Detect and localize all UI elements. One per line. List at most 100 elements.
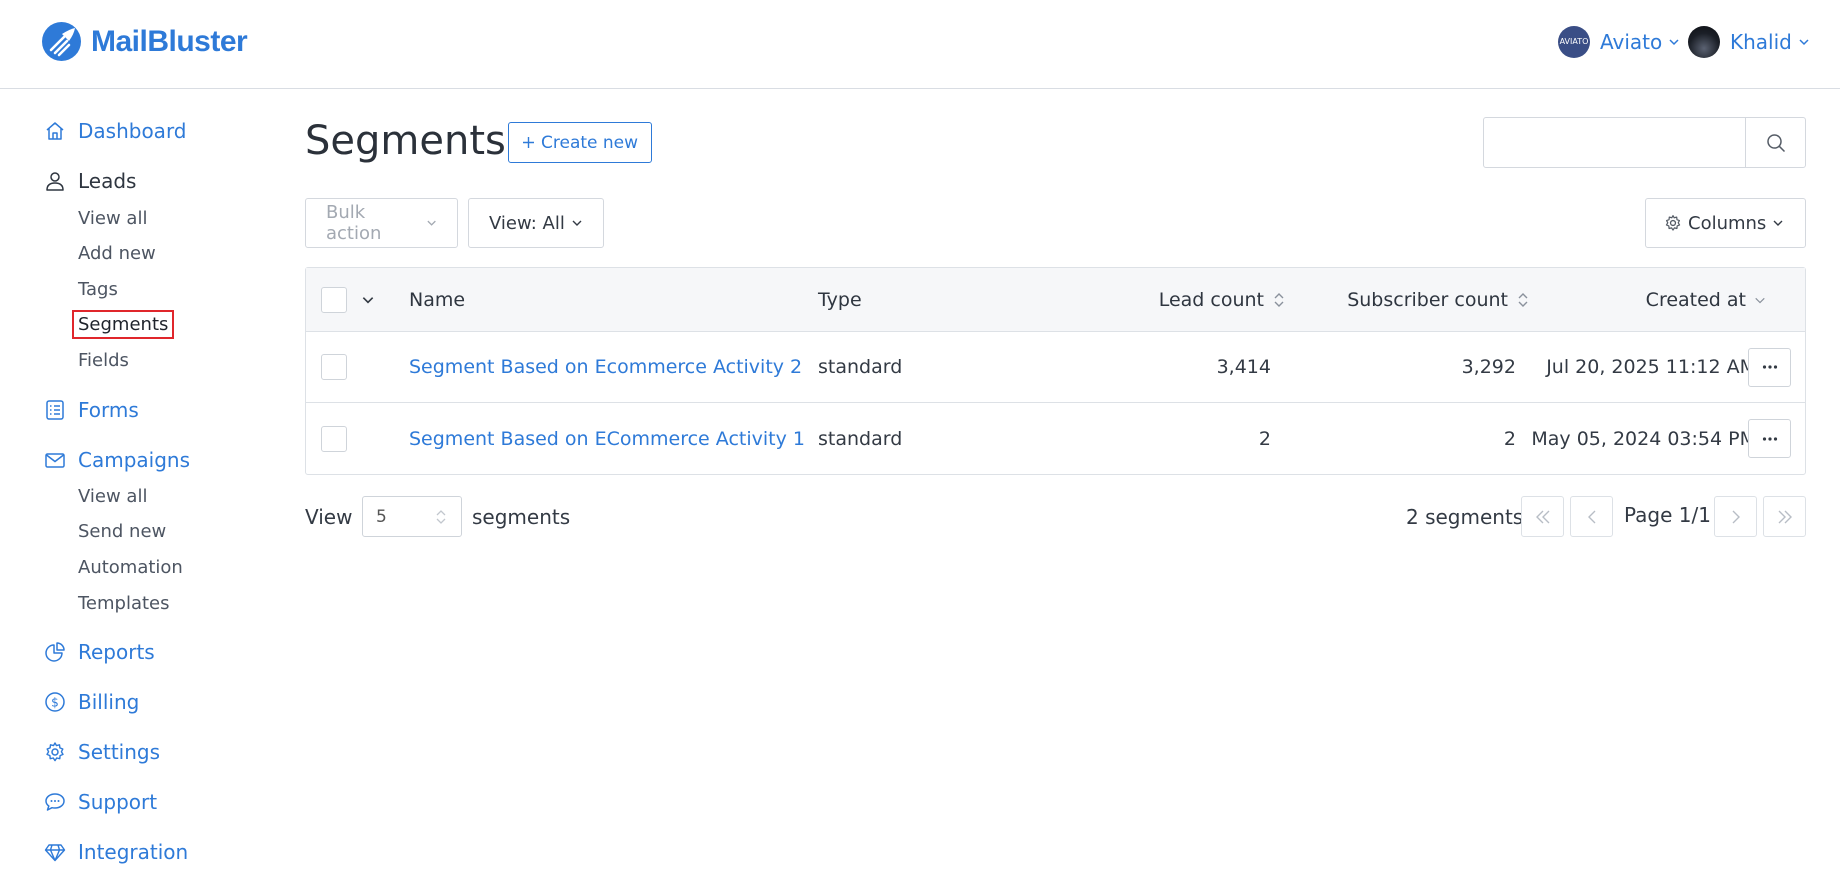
dollar-icon: $: [45, 692, 65, 712]
page-size-suffix: segments: [472, 505, 571, 529]
sidebar-subitem-templates[interactable]: Templates: [78, 593, 170, 614]
sidebar-item-label: Reports: [78, 640, 155, 664]
page-size-stepper[interactable]: 5: [362, 496, 462, 537]
search-button[interactable]: [1745, 118, 1805, 167]
sidebar-item-label: Forms: [78, 398, 139, 422]
row-checkbox[interactable]: [321, 425, 347, 452]
sidebar-subitem-add-new[interactable]: Add new: [78, 243, 156, 264]
gear-icon: [1665, 215, 1681, 231]
sidebar-subitem-fields[interactable]: Fields: [78, 350, 129, 371]
select-all-cell: [321, 268, 375, 331]
sidebar-item-label: Campaigns: [78, 448, 191, 472]
sidebar-item-leads[interactable]: Leads: [44, 169, 136, 193]
double-chevron-right-icon: [1778, 510, 1792, 523]
sidebar-item-label: Support: [78, 790, 158, 814]
row-checkbox[interactable]: [321, 354, 347, 380]
row-actions-button[interactable]: [1748, 347, 1791, 387]
sidebar-item-label: Integration: [78, 840, 189, 864]
sidebar-subitem-segments[interactable]: Segments: [71, 310, 175, 339]
lead-count: 3,414: [1216, 356, 1271, 378]
gear-icon: [46, 742, 64, 762]
table-row: Segment Based on ECommerce Activity 1 st…: [306, 403, 1805, 474]
column-header-label: Created at: [1645, 288, 1746, 311]
column-header-lead-count[interactable]: Lead count: [1046, 268, 1286, 331]
total-count: 2 segments: [1406, 505, 1524, 529]
sidebar-subitem-send-new[interactable]: Send new: [78, 521, 166, 542]
chevron-down-icon: [427, 220, 436, 226]
sidebar-subitem-tags[interactable]: Tags: [78, 279, 118, 300]
chevron-down-icon: [1669, 39, 1679, 46]
columns-label: Columns: [1688, 212, 1767, 234]
mailbluster-logo-icon: [42, 22, 81, 61]
search-input[interactable]: [1484, 118, 1745, 167]
org-name: Aviato: [1600, 30, 1663, 54]
select-all-checkbox[interactable]: [321, 286, 347, 313]
segment-type: standard: [818, 427, 903, 450]
page-size-value: 5: [376, 506, 387, 527]
chevron-down-icon: [1799, 39, 1809, 46]
stepper-arrows-icon: [436, 510, 446, 524]
next-page-button[interactable]: [1714, 496, 1757, 537]
user-name: Khalid: [1730, 30, 1792, 54]
search-icon: [1766, 133, 1785, 152]
org-switcher[interactable]: AVIATO Aviato: [1558, 26, 1680, 58]
more-icon: [1762, 365, 1777, 369]
sidebar-item-settings[interactable]: Settings: [44, 740, 160, 764]
pie-chart-icon: [45, 642, 65, 662]
sidebar-subitem-campaigns-view-all[interactable]: View all: [78, 486, 147, 507]
subscriber-count: 2: [1503, 427, 1516, 450]
page-title: Segments: [305, 118, 506, 164]
user-icon: [46, 172, 64, 191]
bulk-action-label: Bulk action: [326, 202, 382, 244]
view-filter-label: View: All: [489, 212, 565, 234]
column-header-subscriber-count[interactable]: Subscriber count: [1306, 268, 1530, 331]
segment-name-link[interactable]: Segment Based on Ecommerce Activity 2: [409, 332, 802, 402]
svg-text:$: $: [51, 696, 59, 710]
user-menu[interactable]: Khalid: [1688, 26, 1810, 58]
bulk-action-dropdown[interactable]: Bulk action: [305, 198, 458, 248]
segment-type: standard: [818, 356, 903, 378]
view-filter-dropdown[interactable]: View: All: [468, 198, 604, 248]
sort-icon: [1274, 292, 1284, 307]
chevron-down-icon: [1755, 297, 1765, 303]
sidebar-item-label: Billing: [78, 690, 140, 714]
sidebar-item-campaigns[interactable]: Campaigns: [44, 448, 190, 472]
sidebar-item-support[interactable]: Support: [44, 790, 157, 814]
sidebar-item-dashboard[interactable]: Dashboard: [44, 119, 187, 143]
sidebar-subitem-automation[interactable]: Automation: [78, 557, 183, 578]
chat-bubble-icon: [45, 793, 65, 811]
sidebar-item-forms[interactable]: Forms: [44, 398, 139, 422]
previous-page-button[interactable]: [1570, 496, 1613, 537]
columns-dropdown[interactable]: Columns: [1645, 198, 1806, 248]
segments-table: Name Type Lead count Subscriber count Cr…: [305, 267, 1806, 475]
sidebar-item-integration[interactable]: Integration: [44, 840, 188, 864]
created-at: May 05, 2024 03:54 PM: [1531, 427, 1756, 450]
column-header-label: Lead count: [1158, 288, 1264, 311]
diamond-icon: [44, 844, 66, 862]
sidebar-subitem-leads-view-all[interactable]: View all: [78, 208, 147, 229]
home-icon: [46, 122, 64, 140]
last-page-button[interactable]: [1763, 496, 1806, 537]
sort-icon: [1518, 292, 1528, 307]
row-actions-button[interactable]: [1748, 419, 1791, 458]
chevron-left-icon: [1587, 510, 1595, 523]
sidebar-item-reports[interactable]: Reports: [44, 640, 155, 664]
top-bar: MailBluster AVIATO Aviato Khalid: [0, 0, 1840, 89]
chevron-down-icon[interactable]: [361, 293, 375, 307]
chevron-down-icon: [1773, 220, 1783, 226]
create-new-button[interactable]: Create new: [508, 122, 653, 163]
create-new-label: Create new: [541, 132, 639, 153]
lead-count: 2: [1258, 427, 1271, 450]
chevron-right-icon: [1732, 510, 1740, 523]
column-header-type: Type: [818, 288, 862, 311]
search-box: [1483, 117, 1806, 168]
column-header-created-at[interactable]: Created at: [1546, 268, 1766, 331]
more-icon: [1762, 436, 1777, 441]
subscriber-count: 3,292: [1461, 356, 1516, 378]
sidebar-item-billing[interactable]: $ Billing: [44, 690, 139, 714]
form-icon: [46, 400, 64, 420]
first-page-button[interactable]: [1521, 496, 1564, 537]
segment-name-link[interactable]: Segment Based on ECommerce Activity 1: [409, 403, 805, 474]
brand[interactable]: MailBluster: [42, 22, 248, 61]
sidebar-item-label: Dashboard: [78, 119, 187, 143]
